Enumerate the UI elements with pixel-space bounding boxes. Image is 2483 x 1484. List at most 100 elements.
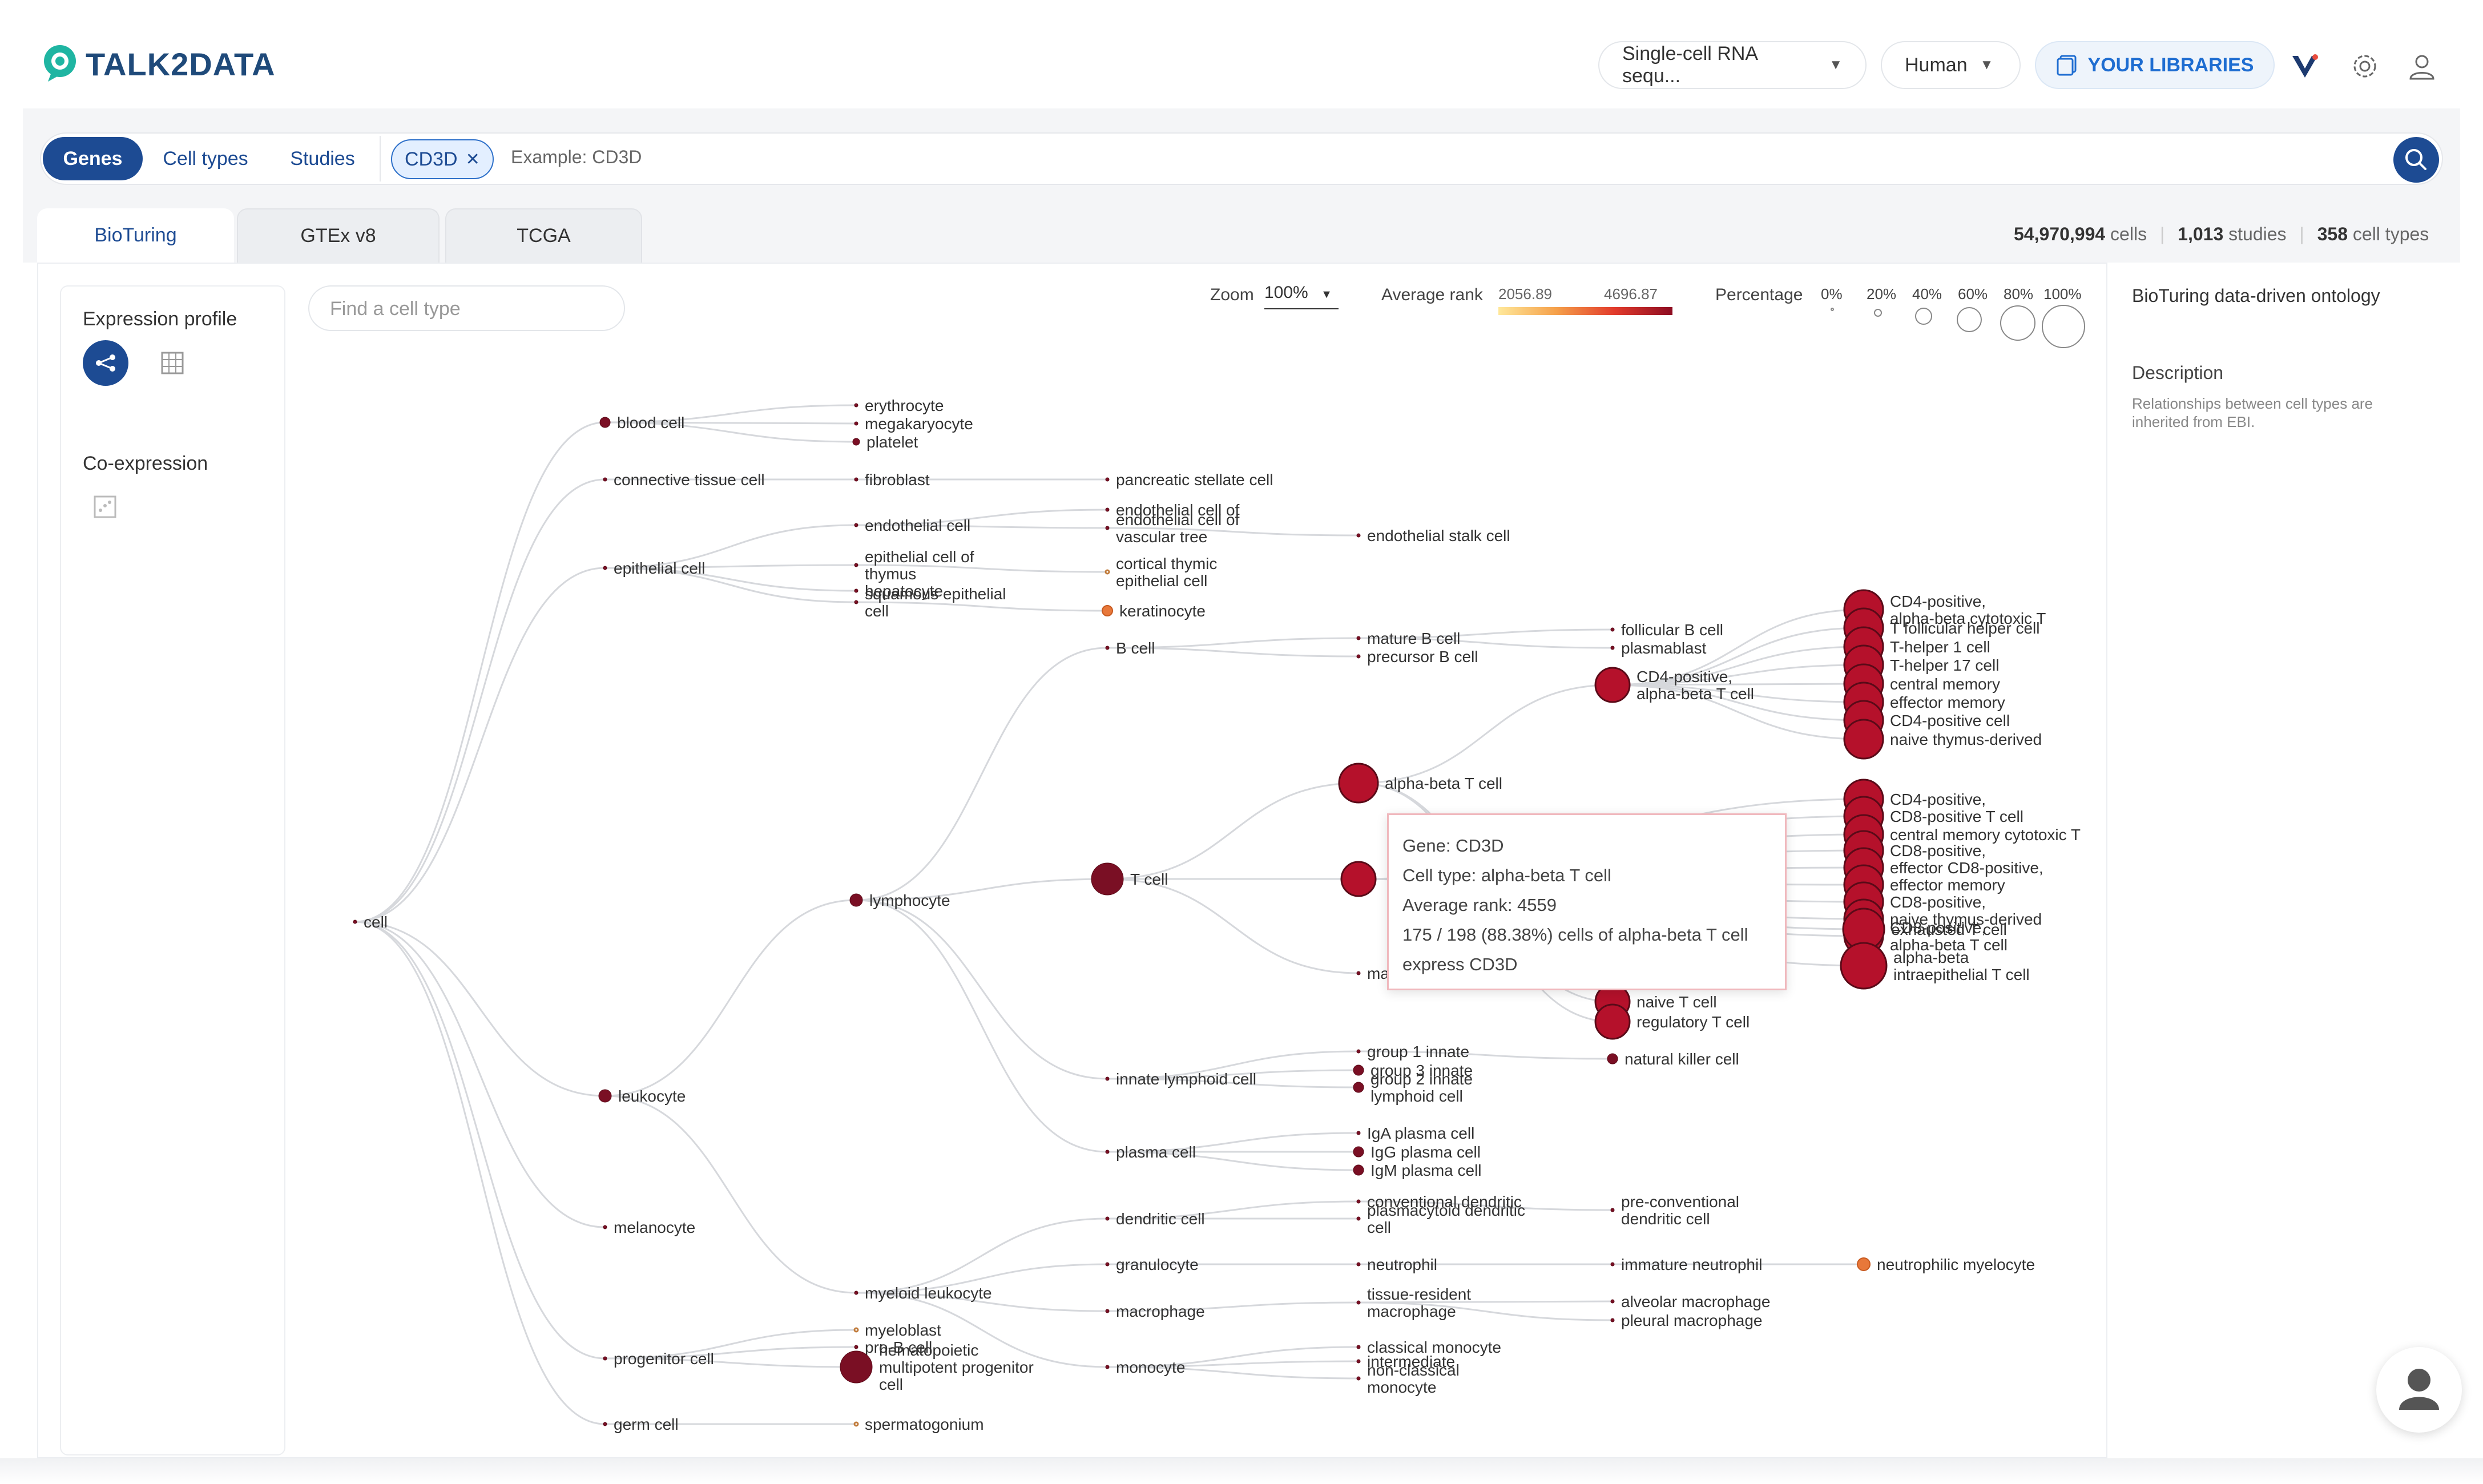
node-circle[interactable]: [1105, 526, 1110, 530]
node-circle[interactable]: [1356, 636, 1361, 640]
node-circle[interactable]: [854, 421, 858, 426]
node-circle[interactable]: [854, 477, 858, 482]
tree-node[interactable]: precursor B cell: [1356, 648, 1478, 666]
tree-node[interactable]: natural killer cell: [1607, 1050, 1739, 1068]
tree-node[interactable]: fibroblast: [854, 471, 930, 489]
node-circle[interactable]: [1610, 1208, 1615, 1212]
tree-node[interactable]: pleural macrophage: [1610, 1312, 1763, 1329]
node-circle[interactable]: [1356, 654, 1361, 659]
node-circle[interactable]: [1105, 1216, 1110, 1221]
node-circle[interactable]: [603, 477, 607, 482]
node-circle[interactable]: [1610, 1299, 1615, 1304]
tree-node[interactable]: group 2 innatelymphoid cell: [1353, 1070, 1473, 1105]
node-circle[interactable]: [1356, 971, 1361, 975]
tree-node[interactable]: endothelial cell ofvascular tree: [1105, 511, 1240, 546]
tree-node[interactable]: germ cell: [603, 1416, 679, 1433]
tree-node[interactable]: pre-conventionaldendritic cell: [1610, 1193, 1739, 1228]
node-circle[interactable]: [1843, 719, 1884, 760]
tree-node[interactable]: erythrocyte: [854, 397, 944, 414]
node-circle[interactable]: [1610, 627, 1615, 632]
tree-node[interactable]: plasmablast: [1610, 639, 1707, 657]
tree-node[interactable]: pancreatic stellate cell: [1105, 471, 1273, 489]
tree-node[interactable]: epithelial cell: [603, 559, 705, 577]
tree-node[interactable]: megakaryocyte: [854, 415, 973, 433]
node-circle[interactable]: [854, 600, 858, 604]
tree-node[interactable]: immature neutrophil: [1610, 1256, 1762, 1273]
tree-node[interactable]: connective tissue cell: [603, 471, 765, 489]
tree-node[interactable]: group 1 innate: [1356, 1043, 1469, 1060]
tree-node[interactable]: T cell: [1091, 862, 1168, 896]
node-circle[interactable]: [854, 588, 858, 593]
node-circle[interactable]: [854, 523, 858, 527]
tree-node[interactable]: [1340, 861, 1377, 897]
node-circle[interactable]: [1356, 533, 1361, 538]
node-circle[interactable]: [1356, 1049, 1361, 1054]
tree-node[interactable]: epithelial cell ofthymus: [854, 548, 974, 583]
tree-node[interactable]: tissue-residentmacrophage: [1356, 1285, 1471, 1320]
node-circle[interactable]: [1610, 1262, 1615, 1267]
tree-node[interactable]: granulocyte: [1105, 1256, 1199, 1273]
tree-node[interactable]: plasma cell: [1105, 1143, 1196, 1161]
node-circle[interactable]: [603, 566, 607, 570]
node-circle[interactable]: [598, 1089, 612, 1103]
tree-node[interactable]: squamous epithelialcell: [854, 585, 1006, 620]
tree-node[interactable]: neutrophilic myelocyte: [1857, 1256, 2035, 1273]
node-circle[interactable]: [599, 417, 611, 428]
node-circle[interactable]: [1105, 1076, 1110, 1081]
node-circle[interactable]: [1857, 1257, 1871, 1271]
node-circle[interactable]: [1340, 861, 1377, 897]
node-circle[interactable]: [854, 1291, 858, 1295]
node-circle[interactable]: [1338, 763, 1379, 804]
node-circle[interactable]: [1356, 1199, 1361, 1204]
node-circle[interactable]: [1353, 1146, 1364, 1158]
tree-node[interactable]: melanocyte: [603, 1219, 695, 1236]
node-circle[interactable]: [1105, 1309, 1110, 1313]
node-circle[interactable]: [1607, 1053, 1618, 1064]
node-circle[interactable]: [1610, 646, 1615, 650]
tree-node[interactable]: IgA plasma cell: [1356, 1124, 1474, 1142]
node-circle[interactable]: [840, 1350, 873, 1384]
tree-node[interactable]: keratinocyte: [1102, 602, 1206, 620]
tree-node[interactable]: ma: [1356, 965, 1389, 982]
tree-node[interactable]: endothelial stalk cell: [1356, 527, 1510, 545]
node-circle[interactable]: [1356, 1262, 1361, 1267]
node-circle[interactable]: [1105, 1150, 1110, 1154]
node-circle[interactable]: [1356, 1216, 1361, 1221]
node-circle[interactable]: [1353, 1064, 1364, 1076]
node-circle[interactable]: [1594, 667, 1631, 703]
node-circle[interactable]: [603, 1225, 607, 1229]
tree-node[interactable]: macrophage: [1105, 1302, 1205, 1320]
tree-node[interactable]: endothelial cell: [854, 517, 970, 534]
node-circle[interactable]: [1610, 1318, 1615, 1322]
tree-node[interactable]: plasmacytoid dendriticcell: [1356, 1201, 1525, 1236]
tree-node[interactable]: dendritic cell: [1105, 1210, 1205, 1228]
node-circle[interactable]: [1356, 1359, 1361, 1364]
tree-node[interactable]: progenitor cell: [603, 1350, 714, 1368]
tree-node[interactable]: monocyte: [1105, 1358, 1185, 1376]
tree-node[interactable]: non-classicalmonocyte: [1356, 1361, 1460, 1396]
node-circle[interactable]: [853, 1327, 859, 1333]
node-circle[interactable]: [852, 438, 860, 446]
node-circle[interactable]: [849, 893, 863, 907]
tree-node[interactable]: CD4-positive,alpha-beta T cell: [1594, 667, 1754, 703]
node-circle[interactable]: [1105, 1365, 1110, 1369]
node-circle[interactable]: [1105, 477, 1110, 482]
node-circle[interactable]: [1105, 569, 1110, 575]
tree-node[interactable]: IgM plasma cell: [1353, 1162, 1482, 1179]
node-circle[interactable]: [603, 1422, 607, 1426]
tree-node[interactable]: alpha-beta T cell: [1338, 763, 1502, 804]
node-circle[interactable]: [1356, 1300, 1361, 1305]
tree-node[interactable]: IgG plasma cell: [1353, 1143, 1481, 1161]
node-circle[interactable]: [1102, 605, 1113, 616]
support-chat-button[interactable]: [2376, 1347, 2462, 1433]
node-circle[interactable]: [1105, 507, 1110, 512]
node-circle[interactable]: [1594, 1003, 1631, 1040]
node-circle[interactable]: [1353, 1082, 1364, 1093]
tree-node[interactable]: alveolar macrophage: [1610, 1293, 1771, 1310]
tree-node[interactable]: myeloid leukocyte: [854, 1284, 992, 1302]
tree-node[interactable]: myeloblast: [853, 1321, 941, 1339]
tree-node[interactable]: mature B cell: [1356, 630, 1460, 647]
node-circle[interactable]: [353, 920, 357, 924]
node-circle[interactable]: [854, 563, 858, 567]
node-circle[interactable]: [1356, 1131, 1361, 1135]
